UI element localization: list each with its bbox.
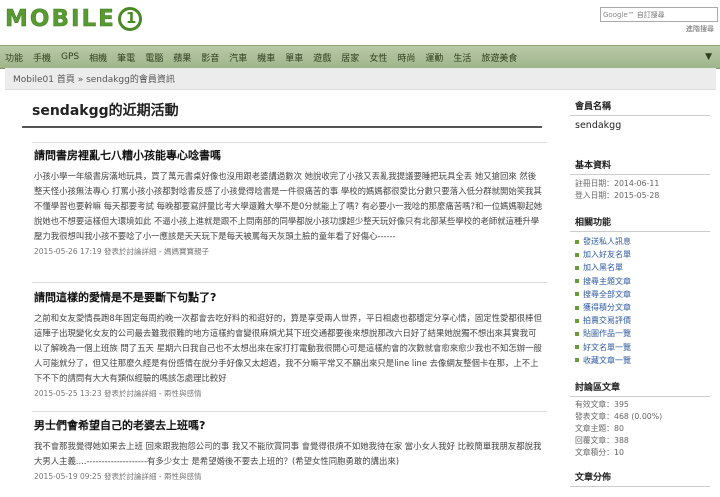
post-excerpt: 小孩小學一年級書房滿地玩具，買了萬元書桌好像也沒用跟老婆講過數次 她說收完了小孩…	[34, 171, 542, 241]
nav-item-sports[interactable]: 運動	[420, 51, 448, 64]
search-input[interactable]	[634, 9, 709, 20]
bullet-icon	[575, 358, 579, 363]
nav-item-fashion[interactable]: 時尚	[392, 51, 420, 64]
main-content: sendakgg的近期活動	[22, 96, 552, 128]
post-distribution-label: 文章分佈	[570, 467, 710, 488]
post-meta: 2015-05-26 17:19 發表於討論詳細 - 媽媽寶寶親子	[34, 247, 209, 256]
page-title: sendakgg的近期活動	[22, 96, 542, 128]
post-title[interactable]: 請問這樣的愛情是不是要斷下句點了?	[34, 289, 544, 305]
logo-text: MOBILE	[5, 6, 116, 33]
member-sidebar: 會員名稱 sendakgg 基本資料 註冊日期：2014-06-11 登入日期：…	[570, 96, 710, 488]
functions-label: 相關功能	[570, 212, 710, 232]
nav-item-travel-food[interactable]: 旅遊美食	[476, 51, 522, 64]
nav-item-women[interactable]: 女性	[364, 51, 392, 64]
stat-replies: 回覆文章：388	[575, 436, 629, 446]
bullet-icon	[575, 239, 579, 244]
bullet-icon	[575, 305, 579, 310]
member-name-label: 會員名稱	[570, 96, 710, 116]
nav-item-life[interactable]: 生活	[448, 51, 476, 64]
bullet-icon	[575, 345, 579, 350]
bullet-icon	[575, 266, 579, 270]
login-date: 登入日期：2015-05-28	[575, 191, 660, 200]
post-meta: 2015-05-25 13:23 發表於討論詳細 - 兩性與感情	[34, 389, 202, 398]
forum-posts-label: 討論區文章	[570, 377, 710, 398]
divider	[32, 142, 547, 143]
post-meta: 2015-05-19 09:25 發表於討論詳細 - 兩性與感情	[34, 472, 202, 481]
stat-score: 文章積分：10	[575, 448, 624, 458]
post-item: 男士們會希望自己的老婆去上班嗎? 我不會那我覺得她如果去上班 回來跟我抱怨公司的…	[34, 417, 544, 482]
post-title[interactable]: 請問書房裡亂七八糟小孩能專心唸書嗎	[34, 147, 544, 163]
site-logo[interactable]: MOBILE 1	[5, 4, 142, 34]
photo-works-link[interactable]: 貼圖作品一覽	[575, 327, 710, 340]
bullet-icon	[575, 332, 579, 337]
search-topics-link[interactable]: 搜尋主題文章	[575, 275, 710, 288]
breadcrumb-text[interactable]: Mobile01 首頁 » sendakgg的會員資訊	[5, 72, 175, 85]
bullet-icon	[575, 292, 579, 297]
nav-item-motorcycles[interactable]: 機車	[252, 51, 280, 64]
nav-item-games[interactable]: 遊戲	[308, 51, 336, 64]
send-message-link[interactable]: 發送私人訊息	[575, 235, 710, 248]
nav-item-phones[interactable]: 手機	[28, 51, 56, 64]
basic-info-label: 基本資料	[570, 155, 710, 175]
post-item: 請問這樣的愛情是不是要斷下句點了? 之前和女友愛情長跑8年固定每周約晚一次都會去…	[34, 289, 544, 399]
nav-item-cameras[interactable]: 相機	[84, 51, 112, 64]
logo-badge-text: 1	[125, 9, 137, 27]
stat-valid-posts: 有效文章：395	[575, 400, 629, 410]
add-friend-link[interactable]: 加入好友名單	[575, 248, 710, 261]
nav-item-computers[interactable]: 電腦	[140, 51, 168, 64]
google-brand: Google™	[603, 10, 635, 19]
nav-item-gps[interactable]: GPS	[56, 52, 84, 62]
post-excerpt: 之前和女友愛情長跑8年固定每周約晚一次都會去吃好料的和逛好的，算是享受兩人世界，…	[34, 313, 542, 383]
stat-posted: 發表文章：468 (0.00%)	[575, 412, 663, 422]
nav-item-bikes[interactable]: 單車	[280, 51, 308, 64]
post-excerpt: 我不會那我覺得她如果去上班 回來跟我抱怨公司的事 我又不能欣賞同事 會覺得很煩不…	[34, 441, 542, 466]
post-item: 請問書房裡亂七八糟小孩能專心唸書嗎 小孩小學一年級書房滿地玩具，買了萬元書桌好像…	[34, 147, 544, 257]
main-navigation: 功能 手機 GPS 相機 筆電 電腦 蘋果 影音 汽車 機車 單車 遊戲 居家 …	[0, 45, 720, 69]
nav-item-home[interactable]: 居家	[336, 51, 364, 64]
nav-item-av[interactable]: 影音	[196, 51, 224, 64]
bullet-icon	[575, 279, 579, 284]
stat-topics: 文章主題：80	[575, 424, 624, 434]
caret-down-icon[interactable]: ▼	[705, 52, 712, 62]
bullet-icon	[575, 318, 579, 323]
auction-rating-link[interactable]: 拍賣交易評價	[575, 314, 710, 327]
logo-badge: 1	[117, 7, 142, 31]
scored-posts-link[interactable]: 獲得積分文章	[575, 301, 710, 314]
nav-item-laptops[interactable]: 筆電	[112, 51, 140, 64]
bullet-icon	[575, 252, 579, 257]
site-header: MOBILE 1 Google™ 進階搜尋	[0, 0, 720, 46]
nav-item-apple[interactable]: 蘋果	[168, 51, 196, 64]
good-posts-link[interactable]: 好文名單一覽	[575, 341, 710, 354]
post-title[interactable]: 男士們會希望自己的老婆去上班嗎?	[34, 417, 544, 433]
advanced-search-link[interactable]: 進階搜尋	[686, 24, 714, 34]
divider	[32, 411, 547, 412]
functions-list: 發送私人訊息 加入好友名單 加入黑名單 搜尋主題文章 搜尋全部文章 獲得積分文章…	[570, 232, 710, 367]
breadcrumb: Mobile01 首頁 » sendakgg的會員資訊	[5, 68, 716, 90]
register-date: 註冊日期：2014-06-11	[575, 179, 660, 188]
divider	[32, 282, 547, 283]
search-box: Google™	[600, 7, 718, 22]
add-blacklist-link[interactable]: 加入黑名單	[575, 261, 710, 274]
favorites-link[interactable]: 收藏文章一覽	[575, 354, 710, 367]
nav-item-cars[interactable]: 汽車	[224, 51, 252, 64]
search-all-posts-link[interactable]: 搜尋全部文章	[575, 288, 710, 301]
member-name: sendakgg	[575, 120, 622, 131]
nav-item-features[interactable]: 功能	[0, 51, 28, 64]
